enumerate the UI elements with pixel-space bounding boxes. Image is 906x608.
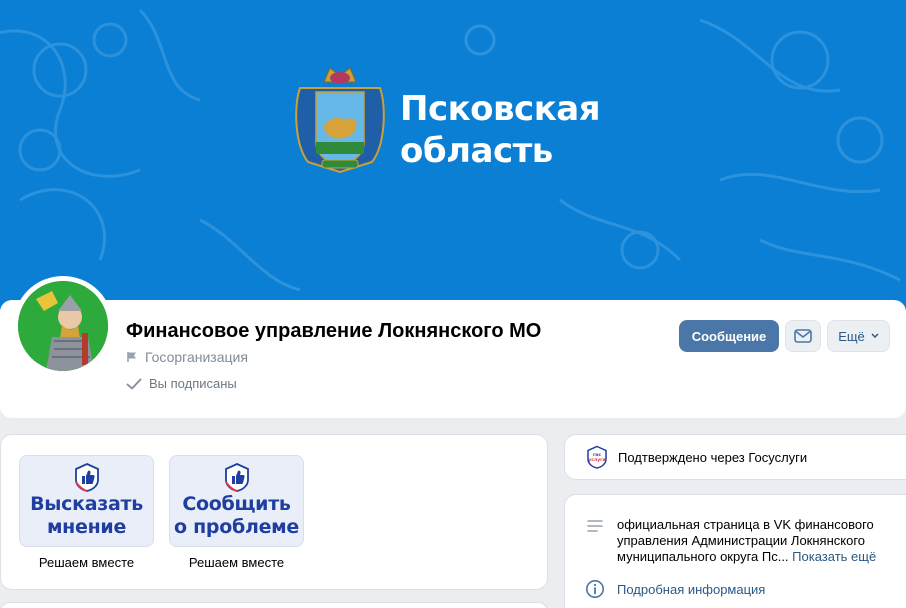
about-description: официальная страница в VK финансового уп… [617,517,897,565]
svg-text:услуги: услуги [588,458,605,463]
check-icon [126,378,142,389]
more-button[interactable]: Ещё [827,320,890,352]
cover-title: Псковская область [400,89,601,171]
gosuslugi-like-icon [224,463,249,492]
widget-tile-opinion[interactable]: Высказать мнение [19,455,154,547]
group-type: Госорганизация [126,349,248,365]
cover-banner: Псковская область [0,0,906,310]
detailed-info-link[interactable]: Подробная информация [585,579,765,599]
chevron-down-icon [871,333,879,339]
widgets-card: Высказать мнение Решаем вместе Сообщить … [0,434,548,590]
group-type-label: Госорганизация [145,349,248,365]
pskov-coat-of-arms-icon [295,67,385,174]
widget-tile-problem[interactable]: Сообщить о проблеме [169,455,304,547]
warrior-emblem-icon [18,281,108,371]
send-message-button[interactable]: Сообщение [679,320,779,352]
info-icon [586,580,604,598]
widget-tile-line2: мнение [46,516,127,538]
detailed-info-label: Подробная информация [617,581,766,597]
next-card-edge [0,602,548,608]
widget-tile-line1: Сообщить [182,493,291,515]
widget-tile-line1: Высказать [30,493,143,515]
widget-caption: Решаем вместе [188,555,285,570]
widget-tile-line2: о проблеме [174,516,299,538]
gosuslugi-badge-icon: гос услуги [587,445,607,469]
verified-card: гос услуги Подтверждено через Госуслуги [564,434,906,480]
mail-button[interactable] [785,320,821,352]
subscription-label: Вы подписаны [149,376,237,391]
about-card: официальная страница в VK финансового уп… [564,494,906,608]
mail-icon [794,329,812,343]
group-name: Финансовое управление Локнянского МО [126,320,542,342]
description-lines-icon [587,520,603,532]
widget-caption: Решаем вместе [38,555,135,570]
avatar[interactable] [13,276,113,376]
gosuslugi-like-icon [74,463,99,492]
show-more-link[interactable]: Показать ещё [792,549,876,564]
subscription-status[interactable]: Вы подписаны [126,376,237,391]
more-label: Ещё [838,328,865,344]
flag-icon [127,352,136,362]
verified-text: Подтверждено через Госуслуги [618,449,808,465]
